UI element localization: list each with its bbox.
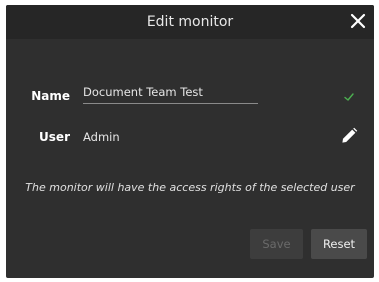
reset-button[interactable]: Reset <box>311 229 367 259</box>
name-label: Name <box>31 89 70 103</box>
user-value: Admin <box>83 130 120 144</box>
user-label: User <box>39 130 70 144</box>
dialog-header: Edit monitor <box>6 5 374 39</box>
name-input[interactable] <box>83 81 258 104</box>
edit-monitor-dialog: Edit monitor Name User Admin The monitor… <box>6 5 374 278</box>
dialog-title: Edit monitor <box>146 14 234 30</box>
save-button[interactable]: Save <box>250 229 303 259</box>
pencil-icon[interactable] <box>340 127 358 145</box>
check-icon <box>343 88 355 101</box>
access-rights-note: The monitor will have the access rights … <box>25 181 355 194</box>
close-icon[interactable] <box>349 12 367 30</box>
